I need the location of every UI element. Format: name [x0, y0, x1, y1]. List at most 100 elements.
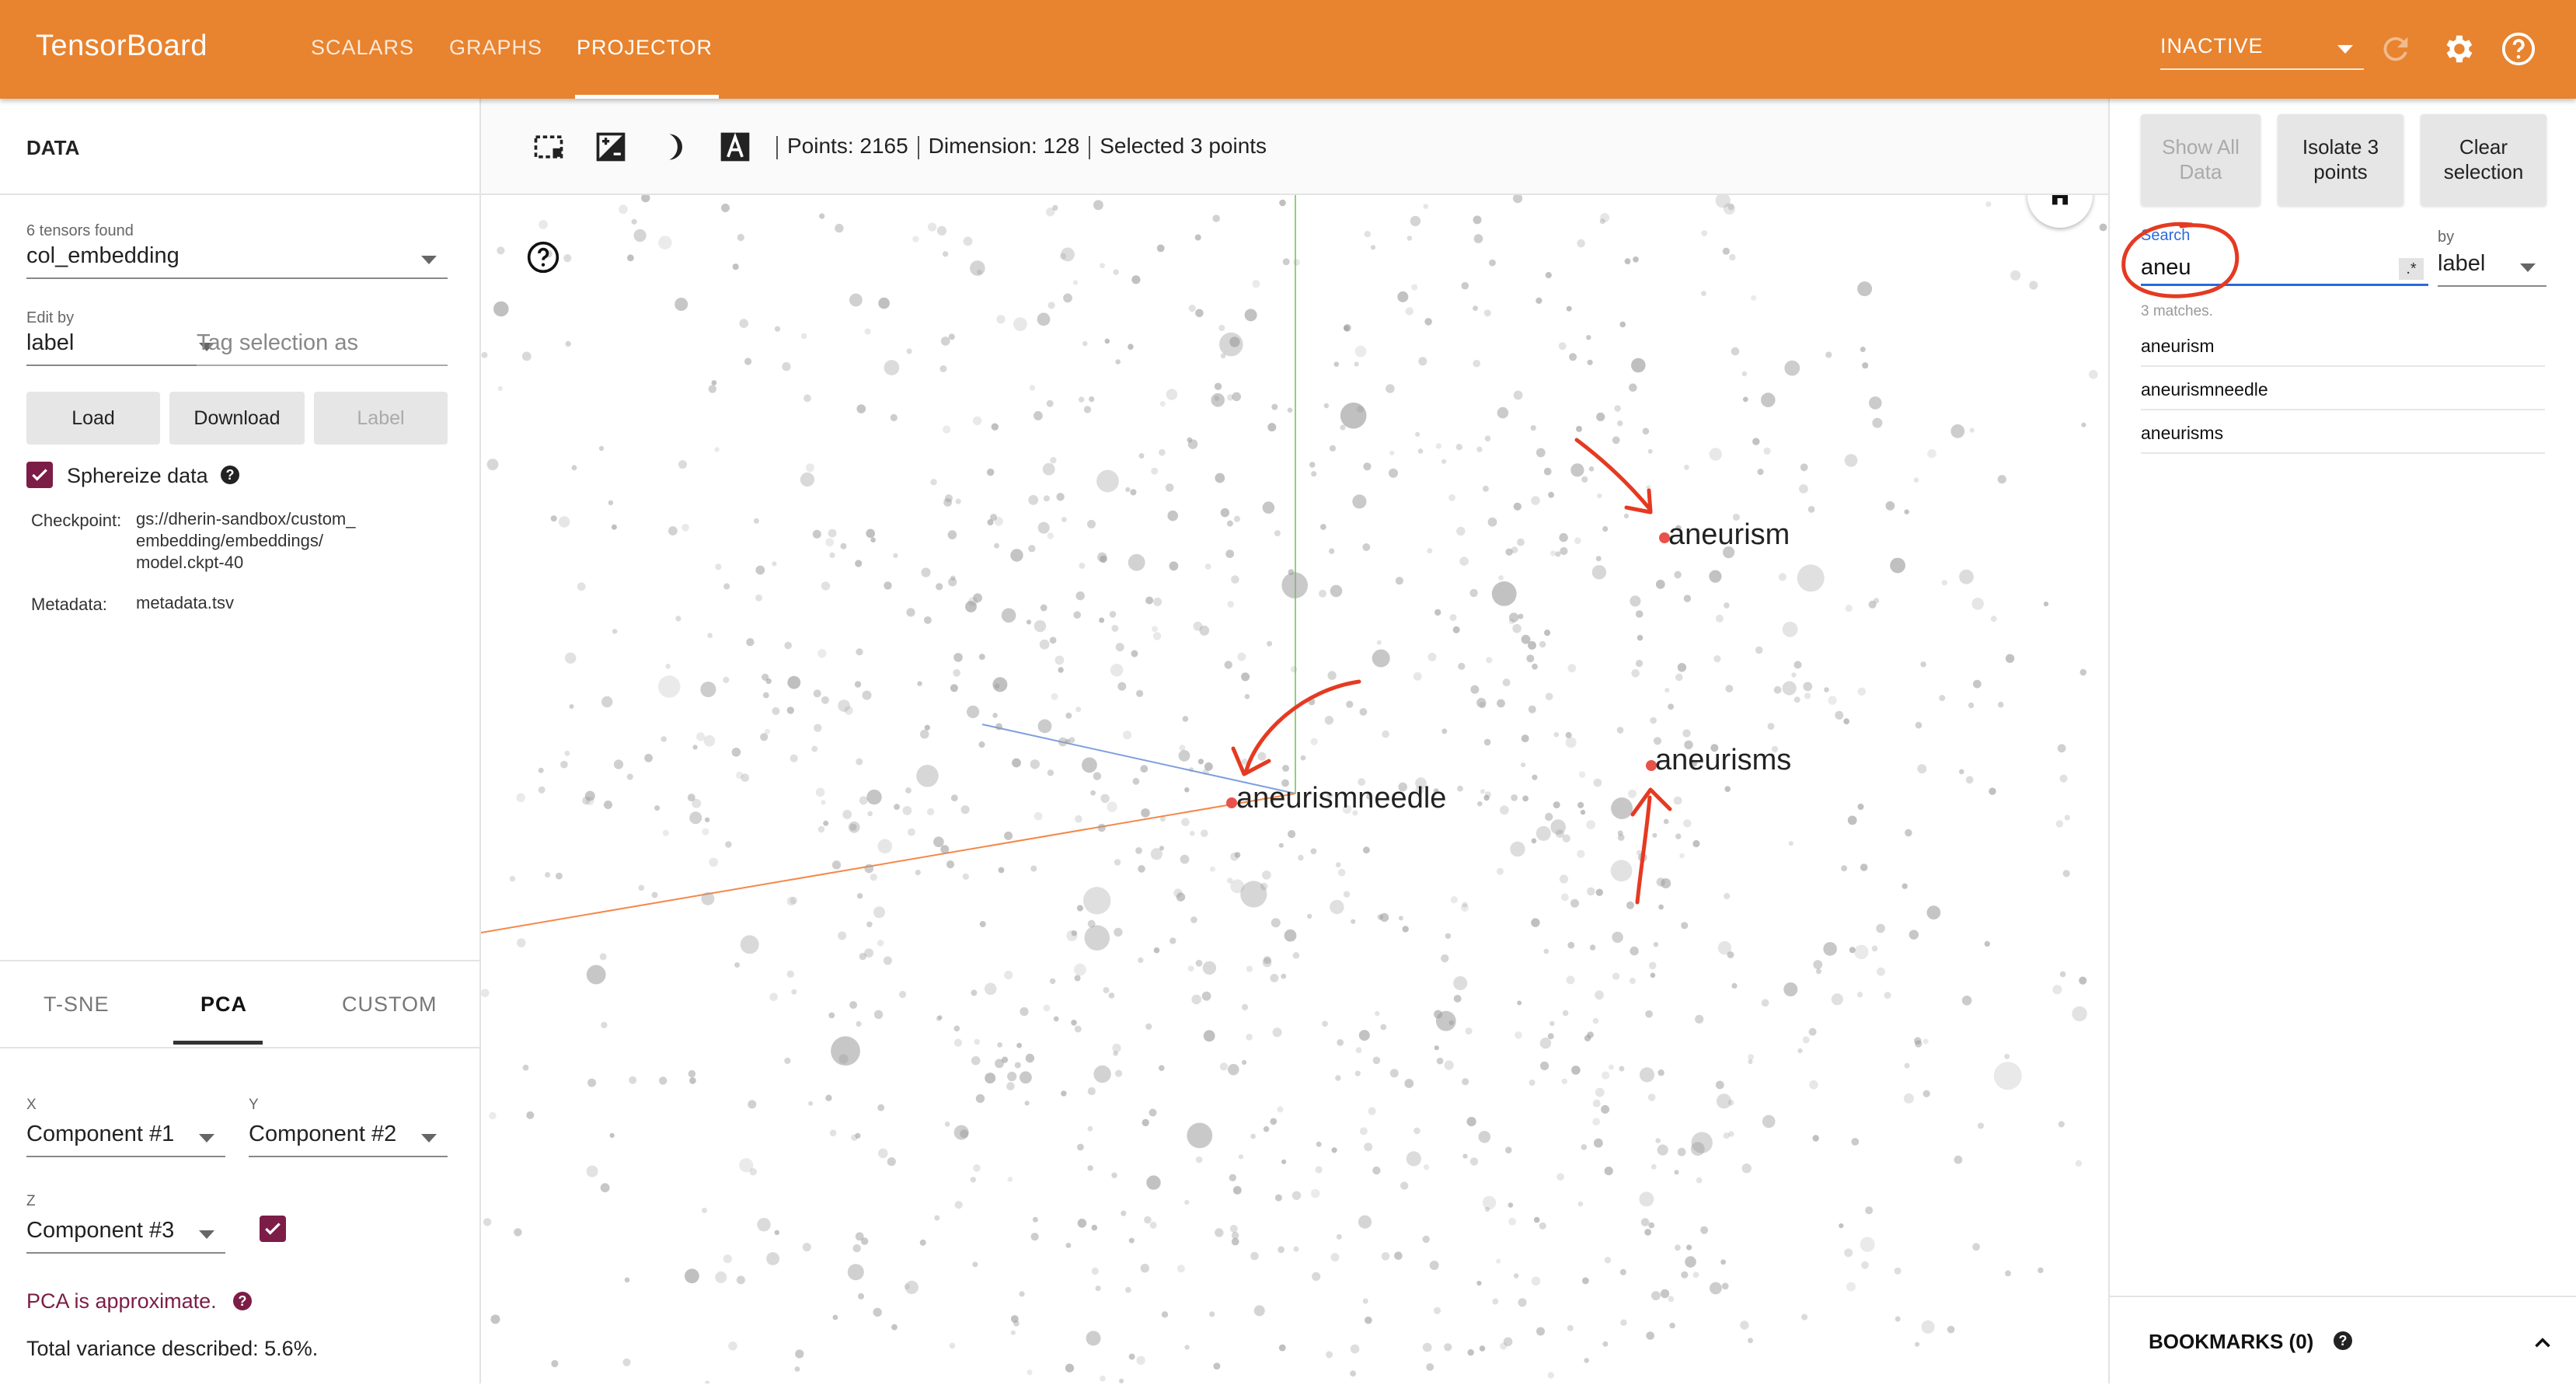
- embedding-point: [1274, 1194, 1282, 1202]
- tab-scalars[interactable]: SCALARS: [311, 36, 414, 60]
- regex-toggle[interactable]: .*: [2399, 258, 2424, 280]
- embedding-point: [1246, 1034, 1253, 1041]
- embedding-point: [1184, 1199, 1190, 1205]
- embedding-point: [919, 1239, 926, 1246]
- embedding-point: [906, 608, 915, 617]
- embedding-point: [847, 1264, 864, 1281]
- selected-point-aneurismneedle[interactable]: [1226, 797, 1237, 808]
- app-brand[interactable]: TensorBoard: [36, 30, 207, 63]
- embedding-point: [1386, 384, 1395, 393]
- embedding-point: [1103, 987, 1110, 993]
- embedding-point: [1478, 1131, 1491, 1143]
- chevron-up-icon[interactable]: [2529, 1330, 2556, 1356]
- z-component-select[interactable]: Component #3: [26, 1218, 225, 1254]
- embedding-point: [1281, 1159, 1287, 1164]
- embedding-point: [1241, 672, 1250, 682]
- projector-canvas[interactable]: aneurism aneurisms aneurismneedle: [481, 195, 2108, 1383]
- embedding-point: [1159, 1065, 1165, 1071]
- question-icon[interactable]: ?: [221, 466, 239, 484]
- y-component-select[interactable]: Component #2: [249, 1122, 448, 1157]
- load-button[interactable]: Load: [26, 392, 160, 445]
- embedding-point: [1037, 312, 1051, 326]
- tab-pca[interactable]: PCA: [200, 993, 247, 1017]
- list-item[interactable]: aneurism: [2141, 323, 2545, 367]
- tensor-select[interactable]: col_embedding: [26, 243, 448, 279]
- tag-selection-input[interactable]: Tag selection as: [197, 330, 448, 366]
- checkpoint-key: Checkpoint:: [31, 511, 122, 530]
- bounding-box-select-icon[interactable]: [532, 130, 566, 164]
- list-item[interactable]: aneurismneedle: [2141, 367, 2545, 410]
- download-button[interactable]: Download: [169, 392, 305, 445]
- embedding-point: [1413, 1127, 1420, 1135]
- embedding-point: [1545, 271, 1552, 279]
- embedding-point: [514, 1228, 522, 1237]
- refresh-icon[interactable]: [2378, 31, 2414, 67]
- embedding-point: [1050, 457, 1057, 464]
- question-icon[interactable]: ?: [233, 1292, 252, 1310]
- embedding-point: [1844, 454, 1858, 467]
- embedding-point: [1083, 887, 1111, 915]
- chevron-down-icon: [2337, 45, 2353, 54]
- tab-custom[interactable]: CUSTOM: [342, 993, 437, 1017]
- embedding-point: [1405, 307, 1413, 316]
- embedding-point: [1355, 1047, 1362, 1054]
- list-item[interactable]: aneurisms: [2141, 410, 2545, 454]
- embedding-point: [1566, 975, 1575, 985]
- embedding-point: [740, 935, 759, 954]
- question-icon[interactable]: ?: [2334, 1331, 2352, 1350]
- x-component-select[interactable]: Component #1: [26, 1122, 225, 1157]
- night-mode-icon[interactable]: [657, 130, 691, 164]
- embedding-point: [609, 1132, 615, 1138]
- embedding-point: [1872, 417, 1883, 428]
- tab-tsne[interactable]: T-SNE: [44, 993, 110, 1017]
- embedding-point: [689, 811, 702, 825]
- embedding-point: [709, 857, 718, 867]
- settings-icon[interactable]: [2440, 31, 2476, 67]
- embedding-point: [808, 1101, 814, 1106]
- embedding-point: [1335, 862, 1341, 867]
- run-select[interactable]: INACTIVE: [2160, 34, 2364, 70]
- embedding-point: [1130, 489, 1137, 496]
- isolate-points-button[interactable]: Isolate 3 points: [2278, 114, 2403, 206]
- clear-selection-button[interactable]: Clear selection: [2421, 114, 2546, 206]
- label-button[interactable]: Label: [314, 392, 448, 445]
- embedding-point: [1188, 305, 1196, 312]
- embedding-point: [1508, 1202, 1514, 1208]
- tab-projector[interactable]: PROJECTOR: [577, 36, 713, 60]
- embedding-point: [1901, 883, 1908, 889]
- embedding-point: [1065, 738, 1071, 744]
- edit-by-select[interactable]: label: [26, 330, 225, 366]
- embedding-point: [1244, 693, 1250, 699]
- embedding-point: [1532, 774, 1538, 780]
- embedding-point: [509, 875, 516, 882]
- embedding-point: [1059, 253, 1066, 260]
- embedding-point: [772, 706, 780, 715]
- show-all-data-button[interactable]: Show All Data: [2141, 114, 2261, 206]
- search-by-select[interactable]: label: [2438, 251, 2546, 287]
- embedding-point: [1087, 1087, 1096, 1096]
- embedding-point: [1577, 1201, 1584, 1207]
- help-icon[interactable]: [526, 240, 560, 274]
- embedding-point: [877, 839, 893, 854]
- embedding-point: [1647, 1094, 1656, 1101]
- embedding-point: [1630, 946, 1639, 956]
- embedding-point: [538, 786, 546, 794]
- embedding-point: [1742, 396, 1748, 403]
- tensor-select-value: col_embedding: [26, 243, 180, 268]
- embedding-point: [1004, 971, 1013, 980]
- embedding-point: [755, 594, 762, 602]
- embedding-point: [948, 333, 955, 340]
- embedding-point: [1626, 901, 1634, 909]
- bookmarks-panel[interactable]: BOOKMARKS (0) ?: [2110, 1296, 2576, 1385]
- contrast-icon[interactable]: [594, 130, 628, 164]
- help-icon[interactable]: [2501, 31, 2536, 67]
- embedding-point: [659, 1076, 668, 1085]
- embedding-point: [1669, 1322, 1675, 1329]
- embedding-point: [1025, 1053, 1035, 1063]
- embedding-point: [1237, 652, 1246, 661]
- z-component-checkbox[interactable]: [260, 1216, 286, 1242]
- spherize-checkbox[interactable]: [26, 462, 53, 488]
- tab-graphs[interactable]: GRAPHS: [449, 36, 542, 60]
- label-toggle-icon[interactable]: [718, 130, 752, 164]
- arrow-annotation: [1574, 438, 1653, 512]
